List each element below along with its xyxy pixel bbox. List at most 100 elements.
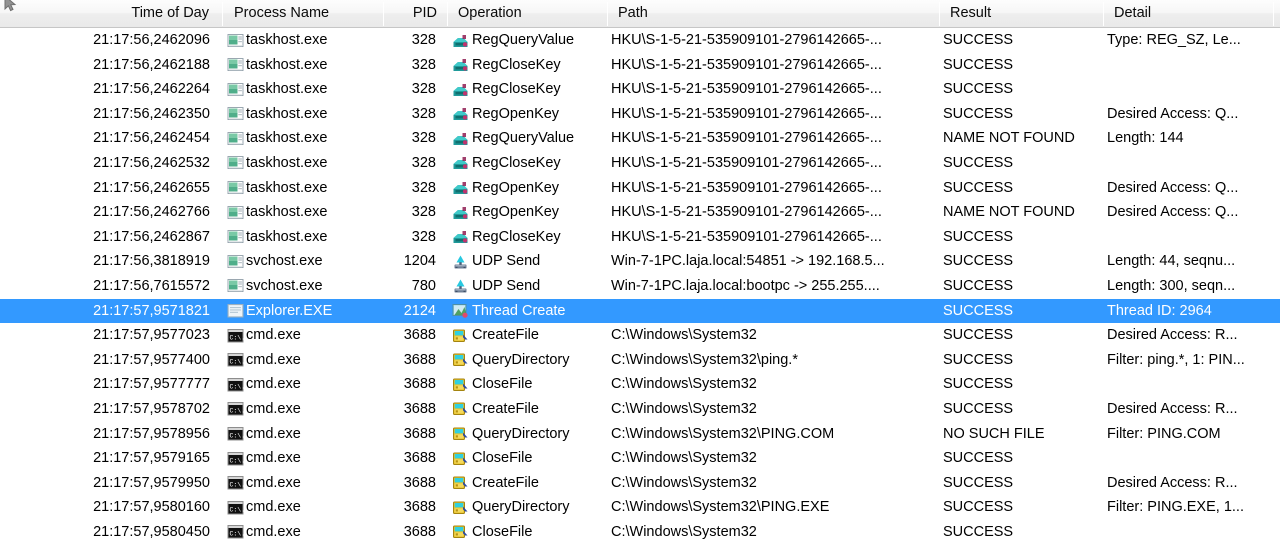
- event-row[interactable]: 21:17:56,2462350taskhost.exe328RegOpenKe…: [0, 102, 1280, 127]
- event-row[interactable]: 21:17:56,2462188taskhost.exe328RegCloseK…: [0, 53, 1280, 78]
- network-udp-icon: [452, 278, 469, 294]
- column-header-pid[interactable]: PID: [384, 0, 444, 27]
- registry-icon: [452, 82, 469, 98]
- svg-text:C:\.: C:\.: [230, 482, 245, 489]
- process-name-label: taskhost.exe: [246, 204, 327, 220]
- event-row[interactable]: 21:17:56,2462096taskhost.exe328RegQueryV…: [0, 28, 1280, 53]
- event-row[interactable]: 21:17:57,9578956C:\.cmd.exe3688QueryDire…: [0, 422, 1280, 447]
- process-name-label: taskhost.exe: [246, 180, 327, 196]
- cell-pid: 328: [378, 200, 442, 225]
- event-row[interactable]: 21:17:56,2462766taskhost.exe328RegOpenKe…: [0, 200, 1280, 225]
- event-row[interactable]: 21:17:57,9577777C:\.cmd.exe3688CloseFile…: [0, 372, 1280, 397]
- cell-path: HKU\S-1-5-21-535909101-2796142665-...: [608, 126, 940, 151]
- cell-detail: Filter: ping.*, 1: PIN...: [1104, 348, 1276, 373]
- cell-path: C:\Windows\System32\PING.COM: [608, 422, 940, 447]
- cell-result: SUCCESS: [940, 348, 1102, 373]
- svg-text:C:\.: C:\.: [230, 506, 245, 513]
- event-row[interactable]: 21:17:57,9579165C:\.cmd.exe3688CloseFile…: [0, 446, 1280, 471]
- column-header-detail[interactable]: Detail: [1107, 0, 1269, 27]
- cell-result: SUCCESS: [940, 151, 1102, 176]
- event-row[interactable]: 21:17:56,2462454taskhost.exe328RegQueryV…: [0, 126, 1280, 151]
- event-row[interactable]: 21:17:57,9580160C:\.cmd.exe3688QueryDire…: [0, 495, 1280, 520]
- event-row[interactable]: 21:17:56,2462867taskhost.exe328RegCloseK…: [0, 225, 1280, 250]
- cell-detail: Desired Access: Q...: [1104, 200, 1276, 225]
- thread-create-icon: [452, 303, 469, 319]
- svg-text:C:\.: C:\.: [230, 359, 245, 366]
- cell-detail: Length: 44, seqnu...: [1104, 249, 1276, 274]
- cell-time-of-day: 21:17:56,2462350: [0, 102, 216, 127]
- column-header-path[interactable]: Path: [611, 0, 933, 27]
- event-row[interactable]: 21:17:56,2462532taskhost.exe328RegCloseK…: [0, 151, 1280, 176]
- event-row[interactable]: 21:17:56,3818919svchost.exe1204UDP SendW…: [0, 249, 1280, 274]
- operation-label: CreateFile: [472, 401, 539, 417]
- cell-detail: [1104, 225, 1276, 250]
- cell-pid: 3688: [378, 348, 442, 373]
- cell-result: SUCCESS: [940, 176, 1102, 201]
- cell-process-name: taskhost.exe: [226, 225, 378, 250]
- cell-operation: Thread Create: [452, 299, 602, 324]
- column-divider-pid[interactable]: [447, 2, 448, 26]
- cell-result: NO SUCH FILE: [940, 422, 1102, 447]
- cell-time-of-day: 21:17:57,9577400: [0, 348, 216, 373]
- event-row[interactable]: 21:17:57,9577023C:\.cmd.exe3688CreateFil…: [0, 323, 1280, 348]
- operation-label: RegOpenKey: [472, 180, 559, 196]
- cell-pid: 328: [378, 102, 442, 127]
- column-header-time-of-day[interactable]: Time of Day: [0, 0, 216, 27]
- cell-process-name: taskhost.exe: [226, 176, 378, 201]
- console-icon: C:\.: [227, 328, 244, 344]
- operation-label: CloseFile: [472, 450, 532, 466]
- cell-result: SUCCESS: [940, 397, 1102, 422]
- cell-operation: RegQueryValue: [452, 28, 602, 53]
- registry-icon: [452, 131, 469, 147]
- cell-detail: [1104, 446, 1276, 471]
- registry-icon: [452, 33, 469, 49]
- column-header-operation[interactable]: Operation: [451, 0, 601, 27]
- cell-path: C:\Windows\System32: [608, 323, 940, 348]
- cell-result: SUCCESS: [940, 28, 1102, 53]
- cell-path: HKU\S-1-5-21-535909101-2796142665-...: [608, 225, 940, 250]
- cell-path: C:\Windows\System32: [608, 372, 940, 397]
- column-divider-path[interactable]: [939, 2, 940, 26]
- cell-time-of-day: 21:17:56,2462188: [0, 53, 216, 78]
- event-row[interactable]: 21:17:56,7615572svchost.exe780UDP SendWi…: [0, 274, 1280, 299]
- cell-process-name: C:\.cmd.exe: [226, 372, 378, 397]
- column-divider-time[interactable]: [222, 2, 223, 26]
- cell-operation: QueryDirectory: [452, 422, 602, 447]
- cell-time-of-day: 21:17:56,2462867: [0, 225, 216, 250]
- column-divider-operation[interactable]: [607, 2, 608, 26]
- console-icon: C:\.: [227, 524, 244, 540]
- operation-label: UDP Send: [472, 278, 540, 294]
- event-row[interactable]: 21:17:57,9580450C:\.cmd.exe3688CloseFile…: [0, 520, 1280, 545]
- operation-label: RegCloseKey: [472, 229, 561, 245]
- cell-time-of-day: 21:17:56,2462454: [0, 126, 216, 151]
- event-row[interactable]: 21:17:57,9578702C:\.cmd.exe3688CreateFil…: [0, 397, 1280, 422]
- process-monitor-window: Time of Day Process Name PID Operation P…: [0, 0, 1280, 550]
- cell-process-name: C:\.cmd.exe: [226, 495, 378, 520]
- svg-text:C:\.: C:\.: [230, 531, 245, 538]
- event-row[interactable]: 21:17:57,9579950C:\.cmd.exe3688CreateFil…: [0, 471, 1280, 496]
- event-list[interactable]: 21:17:56,2462096taskhost.exe328RegQueryV…: [0, 28, 1280, 550]
- taskhost-window-icon: [227, 155, 244, 171]
- event-row[interactable]: 21:17:56,2462655taskhost.exe328RegOpenKe…: [0, 176, 1280, 201]
- file-disk-icon: [452, 451, 469, 467]
- process-name-label: cmd.exe: [246, 524, 301, 540]
- registry-icon: [452, 205, 469, 221]
- cell-time-of-day: 21:17:56,2462096: [0, 28, 216, 53]
- cell-result: SUCCESS: [940, 225, 1102, 250]
- cell-pid: 3688: [378, 323, 442, 348]
- cell-process-name: taskhost.exe: [226, 126, 378, 151]
- column-header-result[interactable]: Result: [943, 0, 1099, 27]
- column-divider-result[interactable]: [1103, 2, 1104, 26]
- cell-pid: 3688: [378, 471, 442, 496]
- cell-process-name: C:\.cmd.exe: [226, 348, 378, 373]
- column-header-process-name[interactable]: Process Name: [227, 0, 379, 27]
- column-header-bar[interactable]: Time of Day Process Name PID Operation P…: [0, 0, 1280, 28]
- event-row-selected[interactable]: 21:17:57,9571821Explorer.EXE2124Thread C…: [0, 299, 1280, 324]
- cell-operation: CloseFile: [452, 520, 602, 545]
- cell-process-name: Explorer.EXE: [226, 299, 378, 324]
- cell-path: C:\Windows\System32: [608, 397, 940, 422]
- column-divider-detail[interactable]: [1273, 2, 1274, 26]
- event-row[interactable]: 21:17:57,9577400C:\.cmd.exe3688QueryDire…: [0, 348, 1280, 373]
- process-name-label: cmd.exe: [246, 352, 301, 368]
- event-row[interactable]: 21:17:56,2462264taskhost.exe328RegCloseK…: [0, 77, 1280, 102]
